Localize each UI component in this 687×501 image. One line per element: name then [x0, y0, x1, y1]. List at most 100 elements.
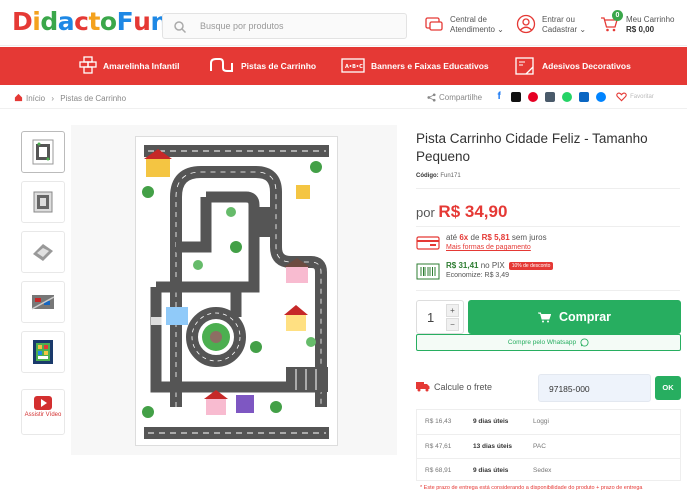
- pinterest-icon[interactable]: [528, 92, 539, 102]
- support-line1: Central de: [450, 15, 487, 24]
- cart-icon: [537, 312, 551, 322]
- product-thumbnail-image: [33, 191, 53, 213]
- pix-price-value: R$ 31,41: [446, 261, 479, 270]
- cart-link[interactable]: 0 Meu Carrinho R$ 0,00: [600, 10, 682, 38]
- search-input[interactable]: Busque por produtos: [162, 13, 407, 39]
- installments-suffix: sem juros: [511, 233, 547, 242]
- shipping-label: Calcule o frete: [434, 382, 493, 392]
- breadcrumb-current[interactable]: Pistas de Carrinho: [60, 94, 126, 103]
- truck-icon: [416, 382, 430, 392]
- nav-item-banners[interactable]: A•B•C Banners e Faixas Educativos: [340, 47, 489, 85]
- whatsapp-buy-label: Compre pelo Whatsapp: [507, 339, 577, 346]
- logo-letter: F: [116, 7, 134, 36]
- whatsapp-buy-button[interactable]: Compre pelo Whatsapp: [416, 334, 681, 351]
- product-title: Pista Carrinho Cidade Feliz - Tamanho Pe…: [416, 131, 648, 164]
- quantity-value[interactable]: 1: [427, 310, 434, 325]
- facebook-icon[interactable]: f: [494, 92, 505, 102]
- whatsapp-icon[interactable]: [562, 92, 573, 102]
- price-prefix: por: [416, 205, 435, 220]
- divider: [416, 226, 680, 227]
- buy-button[interactable]: Comprar: [468, 300, 681, 334]
- quantity-stepper[interactable]: 1 + −: [416, 300, 464, 334]
- road-mat-illustration: [136, 137, 337, 445]
- thumbnail-4[interactable]: [21, 281, 65, 323]
- logo-letter: t: [88, 7, 100, 36]
- login-link[interactable]: Entrar ou Cadastrar ⌄: [516, 12, 596, 38]
- support-line2: Atendimento ⌄: [450, 25, 504, 34]
- heart-icon[interactable]: [616, 92, 627, 102]
- email-icon[interactable]: [545, 92, 556, 102]
- login-line2: Cadastrar ⌄: [542, 25, 587, 34]
- shipping-price: R$ 47,61: [425, 443, 452, 450]
- shipping-option-row: R$ 16,43 9 dias úteis Loggi: [417, 410, 680, 434]
- product-code: Código: Fun171: [416, 173, 461, 179]
- main-product-image[interactable]: [135, 136, 338, 446]
- installments-prefix: até: [446, 233, 458, 242]
- nav-label: Amarelinha Infantil: [103, 61, 180, 71]
- home-icon: [14, 93, 23, 102]
- installments-mid: de: [470, 233, 480, 242]
- breadcrumb-separator: ›: [51, 94, 55, 103]
- divider: [0, 108, 687, 109]
- search-placeholder: Busque por produtos: [200, 21, 284, 31]
- user-icon: [516, 14, 536, 34]
- shipping-option-row: R$ 47,61 13 dias úteis PAC: [417, 434, 680, 458]
- shipping-price: R$ 16,43: [425, 418, 452, 425]
- nav-item-pistas[interactable]: Pistas de Carrinho: [208, 47, 316, 85]
- thumbnail-5[interactable]: [21, 331, 65, 373]
- quantity-increase-button[interactable]: +: [446, 304, 459, 317]
- favorite-label[interactable]: Favoritar: [630, 94, 654, 100]
- shipping-calculator: Calcule o frete 97185-000 OK: [416, 373, 681, 403]
- cart-line1: Meu Carrinho: [626, 15, 675, 24]
- installments-text: até 6x de R$ 5,81 sem juros: [446, 233, 547, 242]
- play-video-icon: [34, 396, 52, 410]
- thumbnail-1[interactable]: [21, 131, 65, 173]
- track-icon: [210, 58, 233, 72]
- divider: [416, 188, 680, 189]
- watch-video-button[interactable]: Assistir Vídeo: [21, 389, 65, 435]
- x-twitter-icon[interactable]: [511, 92, 522, 102]
- logo-letter: o: [99, 7, 117, 36]
- logo-letter: d: [40, 7, 58, 36]
- logo-letter: a: [57, 7, 75, 36]
- divider: [416, 290, 680, 291]
- product-thumbnail-image: [33, 244, 53, 261]
- support-icon: [425, 17, 443, 31]
- shipping-carrier: Sedex: [533, 467, 552, 474]
- shipping-option-row: R$ 68,91 9 dias úteis Sedex: [417, 458, 680, 482]
- shipping-days: 9 dias úteis: [473, 467, 509, 474]
- category-nav: Amarelinha Infantil Pistas de Carrinho A…: [0, 47, 687, 85]
- product-thumbnail-image: [31, 295, 55, 310]
- cart-count-badge: 0: [612, 10, 623, 21]
- barcode-icon: [416, 263, 440, 280]
- pix-text: R$ 31,41 no PIX 10% de desconto: [446, 261, 554, 270]
- pix-suffix: no PIX: [480, 261, 505, 270]
- banner-icon: A•B•C: [341, 58, 365, 73]
- support-link[interactable]: Central de Atendimento ⌄: [424, 12, 512, 38]
- breadcrumb-home[interactable]: Início: [26, 94, 45, 103]
- share-icon: [427, 92, 436, 102]
- product-thumbnail-image: [32, 139, 54, 165]
- product-thumbnail-image: [33, 340, 53, 364]
- logo-letter: D: [12, 7, 33, 36]
- logo-letter: c: [74, 7, 89, 36]
- credit-card-icon: [416, 236, 440, 250]
- site-header: Didacto Fun Busque por produtos Central …: [0, 0, 687, 46]
- logo-letter: u: [133, 7, 151, 36]
- messenger-icon[interactable]: [596, 92, 607, 102]
- payment-options-link[interactable]: Mais formas de pagamento: [446, 244, 531, 251]
- sticker-icon: [515, 57, 534, 75]
- calculate-shipping-button[interactable]: OK: [655, 376, 681, 400]
- search-icon: [174, 21, 187, 34]
- installments-count: 6x: [459, 233, 469, 242]
- cep-input[interactable]: 97185-000: [538, 374, 651, 402]
- quantity-decrease-button[interactable]: −: [446, 318, 459, 331]
- cart-line2: R$ 0,00: [626, 25, 655, 34]
- thumbnail-2[interactable]: [21, 181, 65, 223]
- site-logo[interactable]: Didacto Fun: [12, 8, 168, 36]
- nav-item-amarelinha[interactable]: Amarelinha Infantil: [78, 47, 180, 85]
- shipping-carrier: PAC: [533, 443, 546, 450]
- thumbnail-3[interactable]: [21, 231, 65, 273]
- nav-item-adesivos[interactable]: Adesivos Decorativos: [513, 47, 631, 85]
- linkedin-icon[interactable]: [579, 92, 590, 102]
